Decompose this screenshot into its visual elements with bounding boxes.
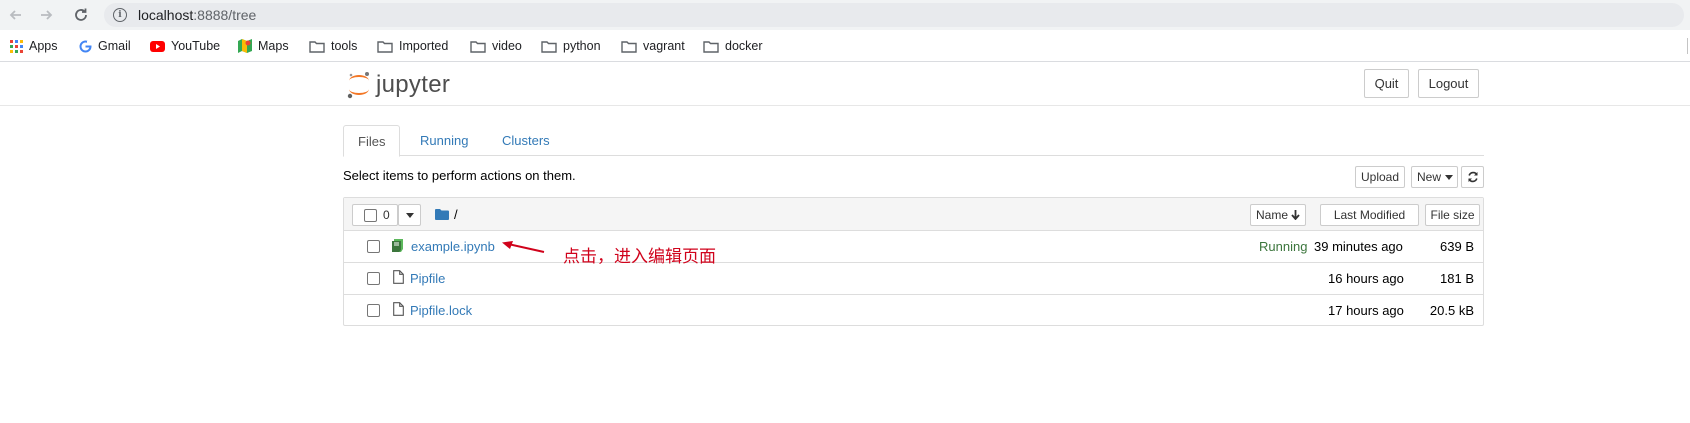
apps-grid-icon xyxy=(10,39,23,53)
upload-button[interactable]: Upload xyxy=(1355,166,1405,188)
bookmark-video[interactable]: video xyxy=(470,38,522,54)
forward-arrow-icon[interactable] xyxy=(36,5,56,25)
folder-icon xyxy=(470,40,486,53)
sort-by-name-button[interactable]: Name xyxy=(1250,204,1306,226)
bookmark-imported[interactable]: Imported xyxy=(377,38,448,54)
bookmark-gmail[interactable]: Gmail xyxy=(79,38,131,54)
row-checkbox[interactable] xyxy=(367,304,380,317)
row-checkbox[interactable] xyxy=(367,240,380,253)
breadcrumb: / xyxy=(435,207,458,222)
bookmark-docker[interactable]: docker xyxy=(703,38,763,54)
quit-button[interactable]: Quit xyxy=(1364,69,1409,98)
select-all-control[interactable]: 0 xyxy=(352,204,398,226)
last-modified: 17 hours ago xyxy=(1328,303,1404,318)
file-list-header: 0 / Name Last Modified File size xyxy=(344,198,1483,231)
caret-down-icon xyxy=(1445,174,1454,180)
maps-icon xyxy=(238,39,252,53)
file-link[interactable]: Pipfile xyxy=(410,271,445,286)
sort-by-file-size-button[interactable]: File size xyxy=(1425,204,1480,226)
caret-down-icon xyxy=(405,212,414,218)
back-arrow-icon[interactable] xyxy=(6,5,26,25)
bookmark-vagrant[interactable]: vagrant xyxy=(621,38,685,54)
bookmark-python[interactable]: python xyxy=(541,38,601,54)
youtube-icon xyxy=(150,40,165,52)
folder-icon xyxy=(541,40,557,53)
browser-address-bar: i localhost:8888/tree xyxy=(0,0,1690,30)
jupyter-logo[interactable]: jupyter xyxy=(346,68,450,102)
jupyter-header: jupyter Quit Logout xyxy=(0,62,1690,106)
select-all-checkbox[interactable] xyxy=(364,208,377,222)
file-icon xyxy=(393,302,404,316)
last-modified: 16 hours ago xyxy=(1328,271,1404,286)
selection-message: Select items to perform actions on them. xyxy=(343,168,576,183)
logout-button[interactable]: Logout xyxy=(1418,69,1479,98)
running-status: Running xyxy=(1259,239,1308,254)
file-icon xyxy=(393,270,404,284)
file-link[interactable]: example.ipynb xyxy=(411,239,495,254)
bookmarks-bar: Apps Gmail YouTube Maps tools Imported v… xyxy=(0,30,1690,62)
file-row-pipfile[interactable]: Pipfile 16 hours ago 181 B xyxy=(344,263,1483,295)
reload-icon[interactable] xyxy=(71,5,91,25)
bookmark-apps[interactable]: Apps xyxy=(10,38,58,54)
url-bar[interactable]: i localhost:8888/tree xyxy=(104,3,1684,27)
google-g-icon xyxy=(79,40,92,53)
last-modified: 39 minutes ago xyxy=(1314,239,1403,254)
file-size: 20.5 kB xyxy=(1429,303,1474,318)
file-row-example-ipynb[interactable]: example.ipynb Running 39 minutes ago 639… xyxy=(344,231,1483,263)
info-icon[interactable]: i xyxy=(113,8,127,22)
new-dropdown-button[interactable]: New xyxy=(1411,166,1458,188)
jupyter-logo-icon xyxy=(347,72,369,99)
bookmark-maps[interactable]: Maps xyxy=(238,38,289,54)
notebook-icon xyxy=(392,239,404,252)
file-size: 181 B xyxy=(1440,271,1474,286)
arrow-down-icon xyxy=(1291,210,1300,220)
bookmark-youtube[interactable]: YouTube xyxy=(150,38,220,54)
folder-icon xyxy=(621,40,637,53)
annotation-text: 点击，进入编辑页面 xyxy=(563,247,716,267)
folder-icon xyxy=(309,40,325,53)
folder-icon xyxy=(377,40,393,53)
sort-by-last-modified-button[interactable]: Last Modified xyxy=(1320,204,1419,226)
file-list: 0 / Name Last Modified File size example… xyxy=(343,197,1484,326)
url-text: localhost:8888/tree xyxy=(138,7,257,23)
selected-count: 0 xyxy=(383,208,390,222)
annotation-arrow xyxy=(500,240,546,254)
tab-files[interactable]: Files xyxy=(343,125,401,157)
row-checkbox[interactable] xyxy=(367,272,380,285)
tab-bar: Files Running Clusters xyxy=(343,125,1484,157)
refresh-button[interactable] xyxy=(1461,166,1484,188)
bookmarks-overflow-divider xyxy=(1687,38,1688,54)
jupyter-logo-text: jupyter xyxy=(376,71,451,98)
folder-icon xyxy=(703,40,719,53)
bookmark-tools[interactable]: tools xyxy=(309,38,357,54)
tab-running[interactable]: Running xyxy=(406,125,482,156)
file-link[interactable]: Pipfile.lock xyxy=(410,303,472,318)
refresh-icon xyxy=(1467,171,1479,183)
file-row-pipfile-lock[interactable]: Pipfile.lock 17 hours ago 20.5 kB xyxy=(344,295,1483,327)
breadcrumb-root[interactable]: / xyxy=(454,207,458,222)
folder-icon[interactable] xyxy=(435,209,449,220)
tab-clusters[interactable]: Clusters xyxy=(488,125,564,156)
file-size: 639 B xyxy=(1440,239,1474,254)
select-menu-button[interactable] xyxy=(398,204,421,226)
